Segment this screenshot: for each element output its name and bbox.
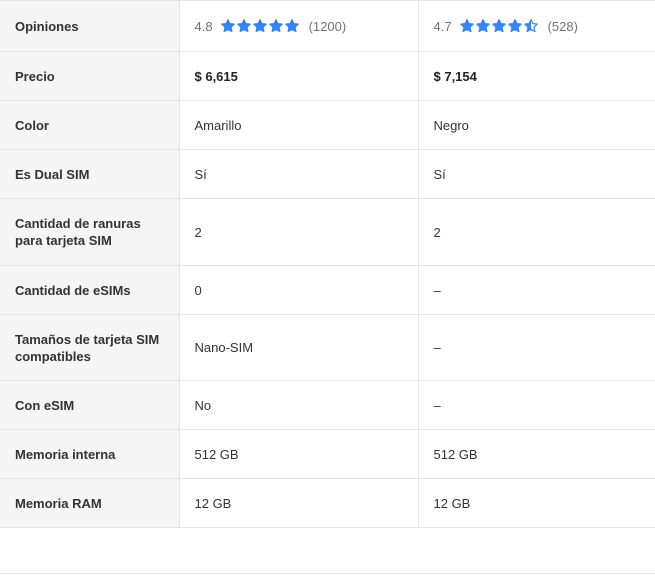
price-a: $ 6,615 [178, 51, 418, 101]
rating-average: 4.8 [194, 18, 213, 34]
row-label: Cantidad de eSIMs [0, 265, 179, 315]
divider [0, 573, 655, 574]
row-label: Memoria interna [0, 429, 179, 479]
row-label: Tamaños de tarjeta SIM compatibles [0, 314, 179, 381]
row-label: Opiniones [0, 0, 179, 52]
row-color: Color Amarillo Negro [0, 100, 655, 150]
rating-count: (528) [547, 18, 578, 34]
value-b: Negro [417, 100, 655, 150]
star-icon [236, 19, 251, 33]
row-memoria-interna: Memoria interna 512 GB 512 GB [0, 429, 655, 479]
star-icon [491, 19, 506, 33]
row-label: Cantidad de ranuras para tarjeta SIM [0, 198, 179, 266]
comparison-table: Opiniones 4.8 (1200) 4.7 (528) Precio $ … [0, 0, 655, 528]
rating-cell-a: 4.8 (1200) [178, 0, 418, 52]
value-b: – [417, 314, 655, 381]
star-icon [523, 19, 538, 33]
row-label: Memoria RAM [0, 478, 179, 528]
rating-average: 4.7 [433, 18, 452, 34]
value-a: 2 [178, 198, 418, 266]
row-con-esim: Con eSIM No – [0, 380, 655, 430]
value-b: 12 GB [417, 478, 655, 528]
value-a: Nano-SIM [178, 314, 418, 381]
row-opiniones: Opiniones 4.8 (1200) 4.7 (528) [0, 0, 655, 52]
star-icon [507, 19, 522, 33]
value-b: Sí [417, 149, 655, 199]
row-dual-sim: Es Dual SIM Sí Sí [0, 149, 655, 199]
value-a: No [178, 380, 418, 430]
value-a: 12 GB [178, 478, 418, 528]
value-b: 512 GB [417, 429, 655, 479]
value-a: 0 [178, 265, 418, 315]
row-label: Color [0, 100, 179, 150]
row-memoria-ram: Memoria RAM 12 GB 12 GB [0, 478, 655, 528]
rating-stars [459, 19, 540, 33]
row-label: Es Dual SIM [0, 149, 179, 199]
star-icon [284, 19, 299, 33]
value-b: – [417, 380, 655, 430]
star-icon [220, 19, 235, 33]
value-b: 2 [417, 198, 655, 266]
rating-stars [220, 19, 301, 33]
row-tamanos-sim: Tamaños de tarjeta SIM compatibles Nano-… [0, 314, 655, 381]
price-b: $ 7,154 [417, 51, 655, 101]
star-icon [459, 19, 474, 33]
row-label: Precio [0, 51, 179, 101]
value-a: 512 GB [178, 429, 418, 479]
rating-count: (1200) [308, 18, 347, 34]
row-esims: Cantidad de eSIMs 0 – [0, 265, 655, 315]
row-ranuras-sim: Cantidad de ranuras para tarjeta SIM 2 2 [0, 198, 655, 266]
rating-cell-b: 4.7 (528) [417, 0, 655, 52]
row-label: Con eSIM [0, 380, 179, 430]
value-a: Amarillo [178, 100, 418, 150]
star-icon [475, 19, 490, 33]
star-icon [252, 19, 267, 33]
star-icon [268, 19, 283, 33]
row-precio: Precio $ 6,615 $ 7,154 [0, 51, 655, 101]
value-a: Sí [178, 149, 418, 199]
value-b: – [417, 265, 655, 315]
